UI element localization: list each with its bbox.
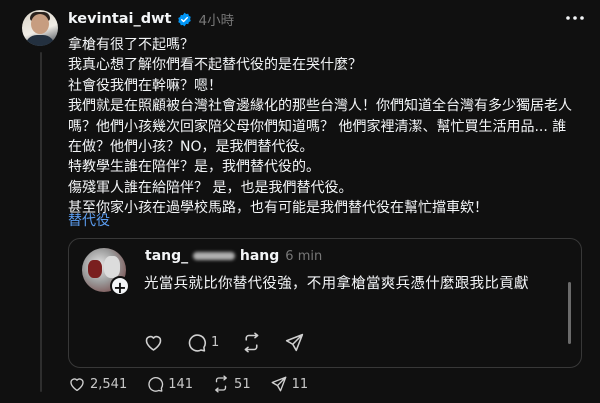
topic-tag-link[interactable]: 替代役 <box>68 210 110 230</box>
author-username[interactable]: kevintai_dwt <box>68 11 171 27</box>
thread-line <box>40 52 42 392</box>
quoted-author-name[interactable]: tang_ hang <box>145 248 279 264</box>
repost-count: 51 <box>234 376 251 392</box>
quoted-comment-count: 1 <box>211 334 220 350</box>
quoted-repost-button[interactable] <box>241 332 262 353</box>
quoted-comment-button[interactable]: 1 <box>186 332 219 353</box>
repost-icon <box>244 332 259 352</box>
quoted-header: tang_ hang 6 min <box>145 245 322 267</box>
follow-plus-icon[interactable]: + <box>110 276 130 297</box>
post-line: 我真心想了解你們看不起替代役的是在哭什麼？ <box>68 57 362 74</box>
name-blur-redaction <box>193 252 236 260</box>
post-line: 我們就是在照顧被台灣社會邊緣化的那些台灣人！你們知道全台灣有多少獨居老人 <box>68 98 572 115</box>
quoted-share-button[interactable] <box>284 332 305 353</box>
quoted-text: 光當兵就比你替代役強，不用拿槍當爽兵憑什麼跟我比貢獻 <box>144 276 529 292</box>
repost-button[interactable]: 51 <box>212 375 251 393</box>
heart-icon <box>145 335 162 351</box>
author-avatar[interactable] <box>22 10 58 46</box>
share-icon <box>271 376 287 392</box>
quoted-post[interactable]: + tang_ hang 6 min 光當兵就比你替代役強，不用拿槍當爽兵憑什麼… <box>68 238 582 368</box>
comment-count: 141 <box>168 376 194 392</box>
heart-icon <box>70 378 84 392</box>
quoted-actions: 1 <box>143 329 327 355</box>
post-line: 拿槍有很了不起嗎？ <box>68 37 194 53</box>
share-count: 11 <box>291 376 309 392</box>
like-button[interactable]: 2,541 <box>68 375 127 393</box>
scrollbar[interactable] <box>568 282 571 344</box>
quoted-name-prefix: tang_ <box>145 248 189 264</box>
quoted-name-suffix: hang <box>239 248 280 264</box>
quoted-timestamp: 6 min <box>285 248 323 264</box>
share-icon <box>286 333 304 351</box>
post-line: 傷殘軍人誰在給陪伴？ 是，也是我們替代役。 <box>68 179 353 196</box>
like-count: 2,541 <box>90 376 128 392</box>
post-line: 嗎？他們小孩幾次回家陪父母你們知道嗎？ 他們家裡清潔、幫忙買生活用品... 誰 <box>68 118 567 135</box>
post-line: 社會役我們在幹嘛？嗯！ <box>68 77 222 94</box>
comment-icon <box>148 377 164 392</box>
post-actions: 2,541 141 51 11 <box>68 374 327 394</box>
repost-icon <box>215 375 227 393</box>
post-line: 在做？他們小孩？NO，是我們替代役。 <box>68 139 314 156</box>
post-header: kevintai_dwt 4小時 <box>68 8 234 30</box>
more-options-icon[interactable] <box>564 8 586 28</box>
quoted-like-button[interactable] <box>143 332 164 353</box>
post-body: 拿槍有很了不起嗎？ 我真心想了解你們看不起替代役的是在哭什麼？ 社會役我們在幹嘛… <box>68 35 583 219</box>
post-timestamp: 4小時 <box>198 13 235 29</box>
comment-icon <box>188 333 207 352</box>
post-line: 特教學生誰在陪伴？是，我們替代役的。 <box>68 159 320 176</box>
comment-button[interactable]: 141 <box>146 375 193 393</box>
share-button[interactable]: 11 <box>270 375 309 393</box>
post-line: 甚至你家小孩在過學校馬路，也有可能是我們替代役在幫忙擋車欸！ <box>68 200 488 217</box>
verified-badge-icon <box>178 12 192 26</box>
